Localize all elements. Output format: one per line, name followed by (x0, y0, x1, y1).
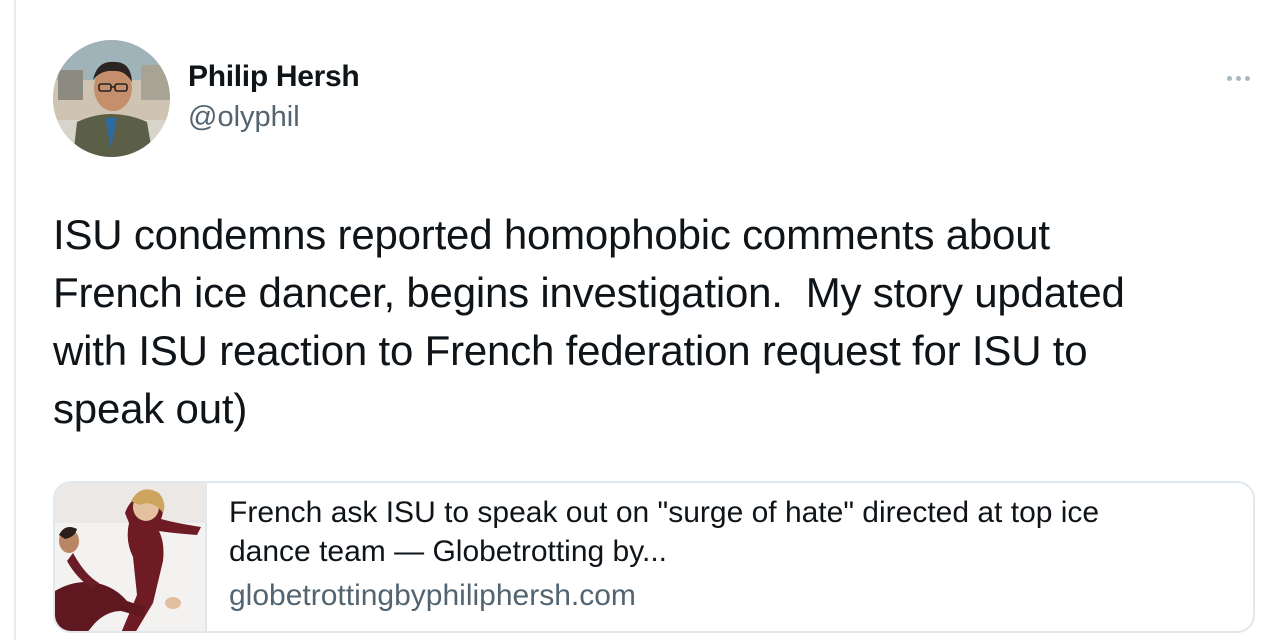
tweet-text: ISU condemns reported homophobic comment… (53, 211, 1125, 432)
link-preview-body: French ask ISU to speak out on "surge of… (207, 483, 1253, 631)
link-preview-card[interactable]: French ask ISU to speak out on "surge of… (53, 481, 1255, 633)
link-preview-domain: globetrottingbyphiliphersh.com (229, 579, 636, 612)
link-preview-title[interactable]: French ask ISU to speak out on "surge of… (229, 493, 1231, 571)
author-name[interactable]: Philip Hersh (188, 60, 360, 94)
author-handle[interactable]: @olyphil (188, 101, 300, 134)
link-preview-thumbnail (55, 483, 207, 631)
timeline-divider (14, 0, 16, 640)
avatar-photo (53, 40, 170, 157)
ice-dancers-image (55, 483, 205, 631)
avatar[interactable] (53, 40, 170, 157)
ellipsis-icon (1244, 75, 1250, 81)
more-options-button[interactable] (1220, 64, 1256, 92)
ellipsis-icon (1235, 75, 1241, 81)
ellipsis-icon (1226, 75, 1232, 81)
tweet-container: Philip Hersh @olyphil ISU condemns repor… (0, 0, 1280, 640)
